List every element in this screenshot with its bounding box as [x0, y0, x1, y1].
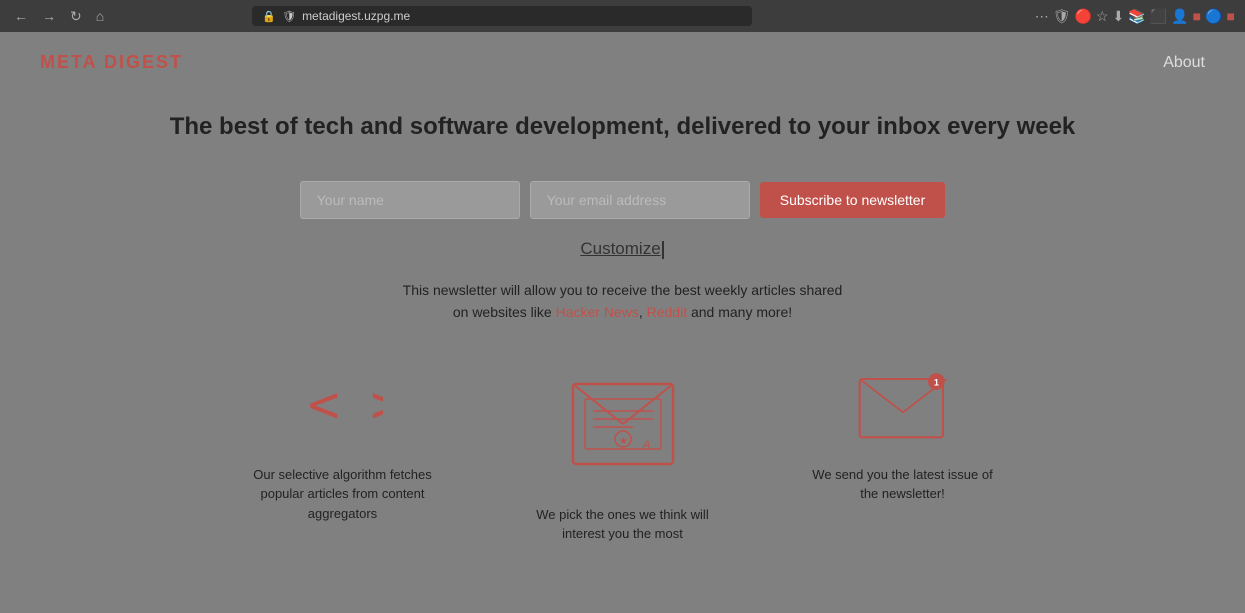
feature-text-send: We send you the latest issue of the news…: [803, 465, 1003, 504]
url-bar[interactable]: 🔒 🛡 metadigest.uzpg.me: [252, 6, 752, 26]
extension-icon-4[interactable]: ■: [1227, 8, 1235, 24]
feature-item-algorithm: < > Our selective algorithm fetches popu…: [243, 364, 443, 524]
feature-text-algorithm: Our selective algorithm fetches popular …: [243, 465, 443, 524]
shield-icon: 🛡: [282, 10, 296, 23]
nav-about-link[interactable]: About: [1163, 54, 1205, 72]
extension-icon-2[interactable]: ■: [1193, 8, 1201, 24]
browser-chrome: ← → ↻ ⌂ 🔒 🛡 metadigest.uzpg.me ⋯ 🛡 🔴 ☆ ⬇…: [0, 0, 1245, 32]
extension-icon-3[interactable]: 🔵: [1205, 8, 1222, 25]
subscribe-form: Subscribe to newsletter: [40, 181, 1205, 219]
hacker-news-link[interactable]: Hacker News: [556, 304, 639, 320]
newsletter-icon: ★ A: [563, 364, 683, 489]
name-input[interactable]: [300, 181, 520, 219]
lock-icon: 🔒: [262, 10, 276, 23]
subscribe-button[interactable]: Subscribe to newsletter: [760, 182, 946, 218]
page-content: META DIGEST About The best of tech and s…: [0, 32, 1245, 613]
profile-icon[interactable]: 👤: [1171, 8, 1188, 25]
site-nav: META DIGEST About: [0, 32, 1245, 93]
envelope-icon: 1: [853, 364, 953, 449]
svg-text:1: 1: [933, 377, 938, 387]
features-section: < > Our selective algorithm fetches popu…: [40, 364, 1205, 544]
description-text: This newsletter will allow you to receiv…: [40, 279, 1205, 324]
tabs-icon[interactable]: ⬛: [1150, 8, 1167, 25]
star-icon[interactable]: ☆: [1096, 8, 1109, 25]
customize-link[interactable]: Customize: [40, 239, 1205, 259]
feature-text-pick: We pick the ones we think will interest …: [523, 505, 723, 544]
svg-text:< >: < >: [308, 375, 383, 435]
hero-section: The best of tech and software developmen…: [0, 93, 1245, 574]
reddit-link[interactable]: Reddit: [647, 304, 687, 320]
more-icon[interactable]: ⋯: [1035, 8, 1049, 25]
library-icon[interactable]: 📚: [1128, 8, 1145, 25]
shield-toolbar-icon[interactable]: 🛡: [1053, 8, 1071, 25]
download-icon[interactable]: ⬇: [1113, 8, 1125, 25]
browser-toolbar-right: ⋯ 🛡 🔴 ☆ ⬇ 📚 ⬛ 👤 ■ 🔵 ■: [1035, 8, 1235, 25]
email-input[interactable]: [530, 181, 750, 219]
feature-item-send: 1 We send you the latest issue of the ne…: [803, 364, 1003, 504]
feature-item-pick: ★ A We pick the ones we think will inter…: [523, 364, 723, 544]
code-icon: < >: [303, 364, 383, 449]
text-cursor: [662, 241, 664, 259]
forward-button[interactable]: →: [38, 6, 60, 26]
hero-headline: The best of tech and software developmen…: [40, 113, 1205, 141]
refresh-button[interactable]: ↻: [66, 6, 86, 27]
svg-text:★: ★: [619, 436, 628, 447]
url-text: metadigest.uzpg.me: [302, 9, 410, 23]
svg-text:A: A: [642, 439, 650, 451]
extension-icon-1[interactable]: 🔴: [1075, 8, 1092, 25]
back-button[interactable]: ←: [10, 6, 32, 26]
site-logo: META DIGEST: [40, 52, 183, 73]
home-button[interactable]: ⌂: [92, 6, 108, 26]
